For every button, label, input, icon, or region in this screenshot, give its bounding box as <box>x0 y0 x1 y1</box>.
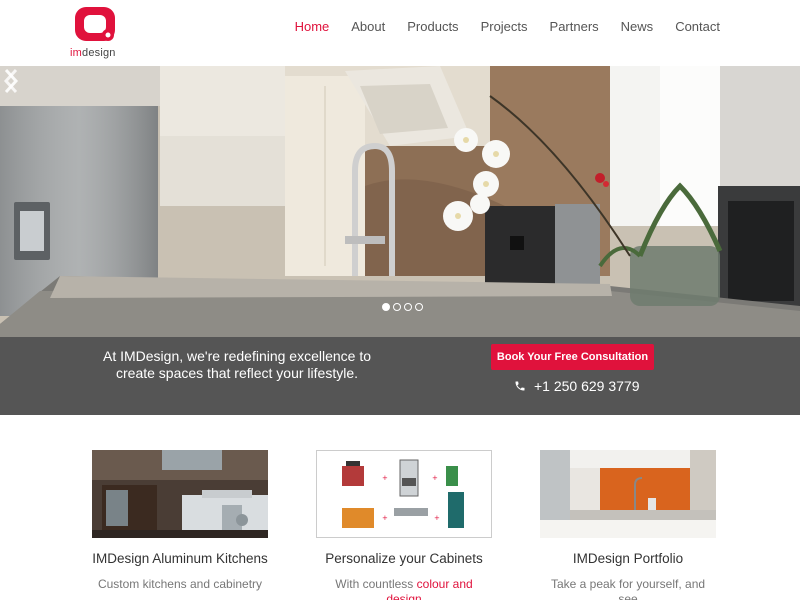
feature-aluminum-kitchens[interactable]: IMDesign Aluminum Kitchens Custom kitche… <box>92 450 268 592</box>
hero-slider <box>0 66 800 337</box>
slider-dot[interactable] <box>404 303 412 311</box>
feature-title: Personalize your Cabinets <box>325 551 483 566</box>
chevron-right-icon[interactable] <box>0 66 22 96</box>
hero-kitchen-image <box>0 66 800 337</box>
site-logo[interactable]: imdesign <box>68 5 128 61</box>
main-nav: Home About Products Projects Partners Ne… <box>273 19 720 34</box>
book-consultation-button[interactable]: Book Your Free Consultation <box>491 344 654 370</box>
feature-personalize-cabinets[interactable]: + + + + Personalize your Cabinets With c… <box>316 450 492 600</box>
phone-number: +1 250 629 3779 <box>534 378 640 394</box>
svg-text:+: + <box>382 474 388 482</box>
logo-mark-icon <box>75 7 115 41</box>
feature-desc-prefix: With countless <box>335 577 417 591</box>
site-header: imdesign Home About Products Projects Pa… <box>0 0 800 66</box>
slider-dot[interactable] <box>393 303 401 311</box>
nav-projects[interactable]: Projects <box>481 19 528 34</box>
nav-contact[interactable]: Contact <box>675 19 720 34</box>
slider-pagination <box>382 303 423 311</box>
cabinet-options-image: + + + + <box>316 450 492 538</box>
slider-dot[interactable] <box>382 303 390 311</box>
logo-wordmark: imdesign <box>70 47 116 59</box>
cta-band: At IMDesign, we're redefining excellence… <box>0 337 800 415</box>
feature-title: IMDesign Aluminum Kitchens <box>92 551 268 566</box>
feature-title: IMDesign Portfolio <box>572 551 684 566</box>
aluminum-kitchen-image <box>92 450 268 538</box>
svg-text:+: + <box>382 514 388 522</box>
nav-partners[interactable]: Partners <box>550 19 599 34</box>
portfolio-kitchen-image <box>540 450 716 538</box>
nav-products[interactable]: Products <box>407 19 458 34</box>
nav-home[interactable]: Home <box>295 19 330 34</box>
nav-news[interactable]: News <box>621 19 654 34</box>
svg-text:+: + <box>434 514 440 522</box>
slider-dot[interactable] <box>415 303 423 311</box>
feature-description: With countless colour and design <box>316 577 492 600</box>
phone-link[interactable]: +1 250 629 3779 <box>514 378 640 394</box>
nav-about[interactable]: About <box>351 19 385 34</box>
cta-tagline: At IMDesign, we're redefining excellence… <box>102 348 372 381</box>
feature-description: Custom kitchens and cabinetry <box>97 577 263 591</box>
feature-description: Take a peak for yourself, and see <box>550 577 706 600</box>
svg-text:+: + <box>432 474 438 482</box>
feature-portfolio[interactable]: IMDesign Portfolio Take a peak for yours… <box>540 450 716 600</box>
phone-icon <box>515 381 525 391</box>
